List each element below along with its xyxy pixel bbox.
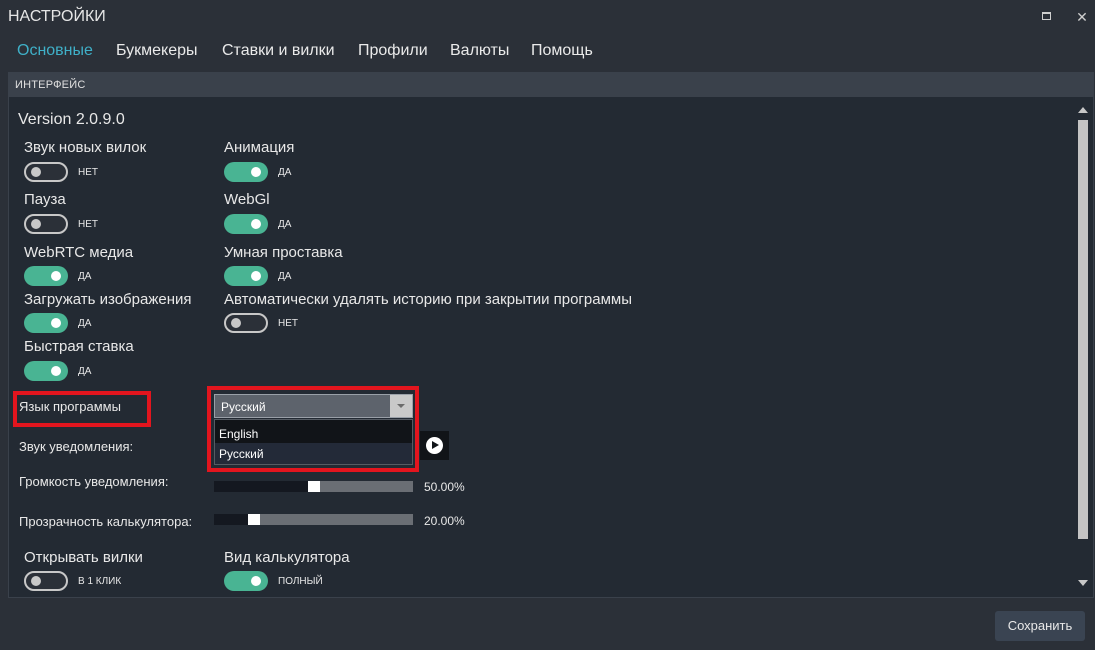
open-forks-state: В 1 КЛИК <box>78 576 122 587</box>
notification-volume-slider[interactable] <box>214 481 413 492</box>
calculator-opacity-slider[interactable] <box>214 514 413 525</box>
smart-bet-label: Умная проставка <box>224 244 343 261</box>
pause-toggle[interactable] <box>24 214 68 234</box>
scroll-up-icon[interactable] <box>1078 107 1088 113</box>
maximize-icon[interactable] <box>1038 7 1058 27</box>
slider-thumb[interactable] <box>248 514 260 525</box>
language-dropdown-list: English Русский <box>214 419 413 465</box>
language-option-russian[interactable]: Русский <box>215 443 412 464</box>
section-title: ИНТЕРФЕЙС <box>15 79 86 91</box>
load-images-toggle[interactable] <box>24 313 68 333</box>
language-option-english[interactable]: English <box>215 423 412 444</box>
smart-bet-state: ДА <box>278 271 292 282</box>
webrtc-media-label: WebRTC медиа <box>24 244 134 261</box>
chevron-down-icon[interactable] <box>390 395 412 417</box>
scroll-down-icon[interactable] <box>1078 580 1088 586</box>
auto-delete-history-label: Автоматически удалять историю при закрыт… <box>224 291 632 308</box>
tab-help[interactable]: Помощь <box>531 42 593 60</box>
quick-bet-toggle[interactable] <box>24 361 68 381</box>
webgl-label: WebGl <box>224 191 270 208</box>
auto-delete-history-state: НЕТ <box>278 318 298 329</box>
window-title: НАСТРОЙКИ <box>8 8 106 25</box>
title-bar: НАСТРОЙКИ ✕ <box>0 0 1095 34</box>
calculator-view-toggle[interactable] <box>224 571 268 591</box>
notification-volume-value: 50.00% <box>424 480 465 494</box>
slider-thumb[interactable] <box>308 481 320 492</box>
calculator-view-state: ПОЛНЫЙ <box>278 576 323 587</box>
new-forks-sound-label: Звук новых вилок <box>24 139 147 156</box>
save-button[interactable]: Сохранить <box>995 611 1085 641</box>
webgl-toggle[interactable] <box>224 214 268 234</box>
open-forks-label: Открывать вилки <box>24 549 143 566</box>
load-images-label: Загружать изображения <box>24 291 192 308</box>
language-select[interactable]: Русский <box>214 394 413 418</box>
quick-bet-label: Быстрая ставка <box>24 338 134 355</box>
section-header: ИНТЕРФЕЙС <box>9 73 1093 97</box>
tab-bookmakers[interactable]: Букмекеры <box>116 42 198 60</box>
settings-scrollbar[interactable] <box>1076 104 1090 592</box>
calculator-opacity-value: 20.00% <box>424 514 465 528</box>
smart-bet-toggle[interactable] <box>224 266 268 286</box>
calculator-opacity-label: Прозрачность калькулятора: <box>19 514 193 529</box>
notification-sound-label: Звук уведомления: <box>19 439 134 454</box>
notification-volume-label: Громкость уведомления: <box>19 474 169 489</box>
animation-state: ДА <box>278 167 292 178</box>
animation-toggle[interactable] <box>224 162 268 182</box>
webgl-state: ДА <box>278 219 292 230</box>
pause-state: НЕТ <box>78 219 98 230</box>
animation-label: Анимация <box>224 139 295 156</box>
tab-bets-forks[interactable]: Ставки и вилки <box>222 42 335 60</box>
scrollbar-thumb[interactable] <box>1078 120 1088 539</box>
webrtc-media-toggle[interactable] <box>24 266 68 286</box>
language-selected-value: Русский <box>221 400 266 414</box>
auto-delete-history-toggle[interactable] <box>224 313 268 333</box>
open-forks-toggle[interactable] <box>24 571 68 591</box>
webrtc-media-state: ДА <box>78 271 92 282</box>
calculator-view-label: Вид калькулятора <box>224 549 350 566</box>
new-forks-sound-toggle[interactable] <box>24 162 68 182</box>
slider-fill <box>214 481 314 492</box>
quick-bet-state: ДА <box>78 366 92 377</box>
tab-profiles[interactable]: Профили <box>358 42 428 60</box>
close-icon[interactable]: ✕ <box>1072 7 1092 27</box>
load-images-state: ДА <box>78 318 92 329</box>
play-icon[interactable] <box>420 431 449 460</box>
tab-main[interactable]: Основные <box>17 42 93 60</box>
language-label: Язык программы <box>19 399 121 414</box>
tab-currencies[interactable]: Валюты <box>450 42 509 60</box>
new-forks-sound-state: НЕТ <box>78 167 98 178</box>
version-label: Version 2.0.9.0 <box>18 111 125 128</box>
pause-label: Пауза <box>24 191 66 208</box>
